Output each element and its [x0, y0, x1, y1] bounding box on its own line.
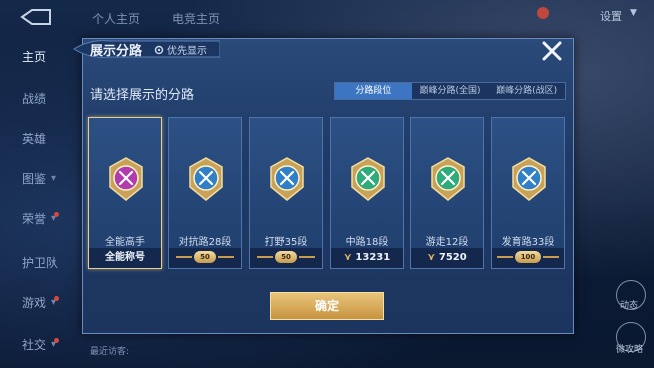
score-icon: ⋎ [427, 252, 439, 263]
nav-item-label: 游戏 [22, 296, 47, 310]
notification-dot [54, 212, 59, 217]
tab-peak-national[interactable]: 巅峰分路(全国) [411, 83, 489, 99]
lane-tabs: 分路段位 巅峰分路(全国) 巅峰分路(战区) [334, 82, 566, 100]
chevron-down-icon: ▼ [630, 8, 637, 18]
nav-item-label: 主页 [22, 50, 47, 64]
star-badge: 50 [275, 251, 297, 263]
wing-left [496, 256, 513, 258]
prompt-text: 请选择展示的分路 [90, 88, 195, 103]
lane-card[interactable]: 对抗路28段 50 [168, 117, 242, 269]
wing-right [217, 256, 234, 258]
lane-card-name: 全能高手 [105, 237, 145, 248]
nav-item[interactable]: 图鉴 ▾ [0, 168, 62, 190]
score-value: 7520 [438, 252, 467, 263]
lane-card-name: 打野35段 [264, 237, 308, 248]
nav-item[interactable]: 主页 [0, 46, 62, 68]
roam-icon [431, 157, 465, 201]
lane-card-footer: 全能称号 [89, 248, 161, 268]
notification-dot [54, 296, 59, 301]
chevron-down-icon: ▾ [50, 173, 56, 184]
nav-item[interactable]: 社交 ▾ [0, 334, 62, 356]
nav-item-label: 荣誉 [22, 212, 47, 226]
lane-card-name: 中路18段 [345, 237, 389, 248]
lane-card-footer: ⋎ 13231 [331, 248, 403, 268]
lane-card[interactable]: 中路18段 ⋎ 13231 [330, 117, 404, 269]
lane-card-footer: 50 [250, 248, 322, 268]
lane-card-footer: 100 [492, 248, 564, 268]
all-round-icon [109, 157, 143, 201]
nav-item-label: 社交 [22, 338, 47, 352]
wing-left [176, 256, 193, 258]
nav-item-label: 英雄 [22, 132, 47, 146]
nav-item[interactable]: 游戏 ▾ [0, 292, 62, 314]
lane-card-name: 游走12段 [425, 237, 469, 248]
gear-icon [154, 45, 164, 55]
notification-dot [54, 338, 59, 343]
lane-card-name: 对抗路28段 [178, 237, 232, 248]
nav-item[interactable]: 战绩 [0, 88, 62, 110]
lane-card[interactable]: 游走12段 ⋎ 7520 [410, 117, 484, 269]
farm-lane-icon [512, 157, 546, 201]
wing-right [298, 256, 315, 258]
chevron-down-icon: ▾ [50, 257, 56, 268]
priority-display-button[interactable]: 优先显示 [154, 42, 207, 57]
priority-label: 优先显示 [167, 46, 207, 57]
lane-card-footer: ⋎ 7520 [411, 248, 483, 268]
tab-lane-rank[interactable]: 分路段位 [335, 83, 412, 99]
recent-visitors-label: 最近访客: [90, 347, 130, 357]
nav-item-label: 图鉴 [22, 172, 47, 186]
tab-peak-region[interactable]: 巅峰分路(战区) [488, 83, 566, 99]
profile-icon [537, 7, 549, 19]
wing-left [257, 256, 274, 258]
close-icon[interactable] [541, 40, 563, 62]
nav-item-label: 战绩 [22, 92, 47, 106]
left-nav: 主页 战绩 英雄 图鉴 ▾ 荣誉 ▾ 护卫队 ▾ 游戏 ▾ 社交 ▾ [0, 0, 62, 368]
back-icon[interactable] [18, 8, 54, 26]
guide-label: 微攻略 [616, 345, 644, 355]
wing-right [543, 256, 560, 258]
modal-title: 展示分路 [90, 44, 143, 59]
score-value: 13231 [355, 252, 391, 263]
settings-label: 设置 [600, 10, 622, 23]
settings-area[interactable]: 设置 ▼ [536, 6, 646, 24]
feed-label: 动态 [620, 301, 639, 311]
confirm-button[interactable]: 确定 [270, 292, 384, 320]
score-icon: ⋎ [343, 252, 356, 263]
tab-esports-home[interactable]: 电竞主页 [172, 10, 220, 27]
lane-card-name: 发育路33段 [501, 237, 555, 248]
clash-lane-icon [189, 157, 223, 201]
lane-card[interactable]: 全能高手 全能称号 [88, 117, 162, 269]
nav-item[interactable]: 荣誉 ▾ [0, 208, 62, 230]
tab-personal-home[interactable]: 个人主页 [92, 10, 140, 27]
lane-card[interactable]: 发育路33段 100 [491, 117, 565, 269]
lane-card-footer: 50 [169, 248, 241, 268]
jungle-icon [270, 157, 304, 201]
nav-item[interactable]: 英雄 [0, 128, 62, 150]
title-text: 全能称号 [105, 252, 145, 263]
star-badge: 50 [194, 251, 216, 263]
star-badge: 100 [514, 251, 542, 263]
nav-item[interactable]: 护卫队 ▾ [0, 252, 62, 274]
lane-card[interactable]: 打野35段 50 [249, 117, 323, 269]
mid-lane-icon [351, 157, 385, 201]
